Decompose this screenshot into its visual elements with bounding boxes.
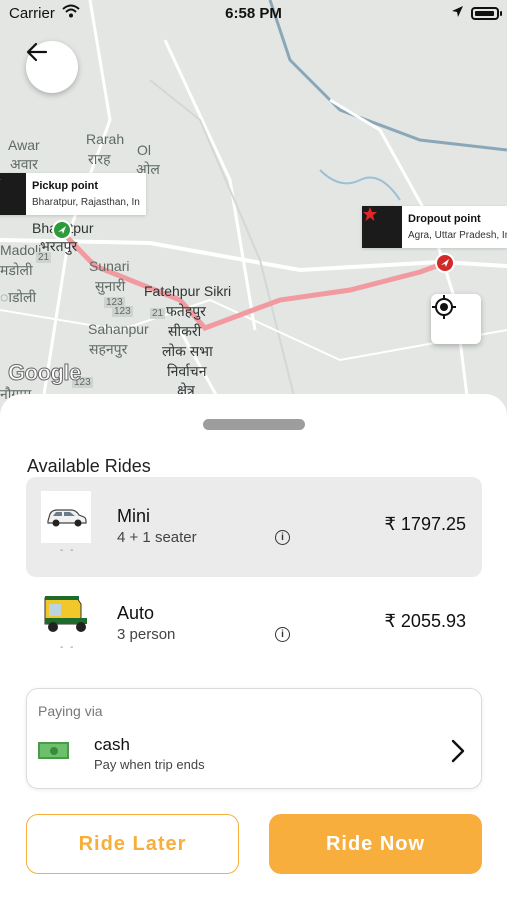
- location-arrow-icon: [452, 6, 463, 17]
- info-icon[interactable]: i: [275, 530, 290, 545]
- map-place: रारह: [88, 151, 111, 167]
- ride-price: ₹ 1797.25: [384, 514, 466, 534]
- map-place: Ol: [137, 142, 151, 158]
- pickup-marker-icon: [52, 220, 72, 240]
- car-icon: [41, 491, 91, 543]
- ride-dots: - -: [60, 642, 76, 653]
- map-place: Fatehpur Sikri: [144, 283, 232, 299]
- pickup-card[interactable]: Pickup point Bharatpur, Rajasthan, In: [0, 173, 146, 215]
- map-place: फतेहपुर: [166, 303, 206, 319]
- bottom-sheet: Available Rides - - Mini 4 + 1 seater i …: [0, 394, 507, 900]
- route-map[interactable]: Rarah रारह Awar अवार Ol ओल Bharatpur भरत…: [0, 0, 507, 420]
- status-bar: Carrier 6:58 PM: [0, 0, 507, 28]
- road-number: 21: [150, 308, 166, 319]
- dropoff-marker-icon: [435, 253, 455, 273]
- road-number: 21: [36, 252, 52, 263]
- map-place: निर्वाचन: [167, 363, 207, 379]
- arrow-left-icon: [26, 42, 48, 62]
- map-place: अवार: [10, 156, 38, 172]
- map-place: सहनपुर: [89, 341, 128, 357]
- paying-via-label: Paying via: [38, 703, 103, 719]
- map-place: मडोली: [0, 262, 33, 278]
- crosshair-icon: [432, 295, 456, 319]
- sheet-handle[interactable]: [203, 419, 305, 430]
- auto-rickshaw-icon: [41, 588, 91, 640]
- star-icon: [0, 173, 26, 215]
- map-place: Rarah: [86, 131, 125, 147]
- pickup-title: Pickup point: [32, 180, 98, 192]
- available-rides-heading: Available Rides: [27, 456, 151, 476]
- payment-method: cash: [94, 735, 130, 754]
- chevron-right-icon: [451, 739, 465, 763]
- dropoff-address: Agra, Uttar Pradesh, In: [408, 230, 507, 241]
- map-place: Sahanpur: [88, 321, 149, 337]
- dropoff-title: Dropout point: [408, 213, 481, 225]
- back-button[interactable]: [26, 41, 78, 93]
- map-place: सीकरी: [168, 323, 202, 339]
- map-place: Awar: [8, 137, 40, 153]
- ride-option-auto[interactable]: - - Auto 3 person i ₹ 2055.93: [26, 574, 482, 674]
- cash-icon: [38, 742, 69, 759]
- ride-price: ₹ 2055.93: [384, 611, 466, 631]
- road-number: 123: [112, 306, 133, 317]
- ride-capacity: 4 + 1 seater: [117, 529, 197, 546]
- ride-capacity: 3 person: [117, 626, 176, 643]
- map-place: ाडोली: [0, 289, 37, 305]
- dropoff-card[interactable]: Dropout point Agra, Uttar Pradesh, In: [362, 206, 507, 248]
- map-place: Sunari: [89, 258, 130, 274]
- ride-option-mini[interactable]: - - Mini 4 + 1 seater i ₹ 1797.25: [26, 477, 482, 577]
- my-location-button[interactable]: [431, 294, 481, 344]
- payment-note: Pay when trip ends: [94, 757, 205, 772]
- pickup-address: Bharatpur, Rajasthan, In: [32, 197, 140, 208]
- google-logo: Google: [8, 360, 82, 386]
- map-place: लोक सभा: [162, 343, 213, 359]
- battery-icon: [471, 7, 502, 20]
- info-icon[interactable]: i: [275, 627, 290, 642]
- ride-name: Mini: [117, 506, 151, 526]
- clock: 6:58 PM: [225, 5, 282, 22]
- payment-method-card[interactable]: Paying via cash Pay when trip ends: [26, 688, 482, 789]
- map-place: सुनारी: [95, 278, 126, 294]
- star-icon: [362, 206, 402, 248]
- ride-later-button[interactable]: Ride Later: [26, 814, 239, 874]
- ride-dots: - -: [60, 545, 76, 556]
- ride-name: Auto: [117, 603, 155, 623]
- ride-now-button[interactable]: Ride Now: [269, 814, 482, 874]
